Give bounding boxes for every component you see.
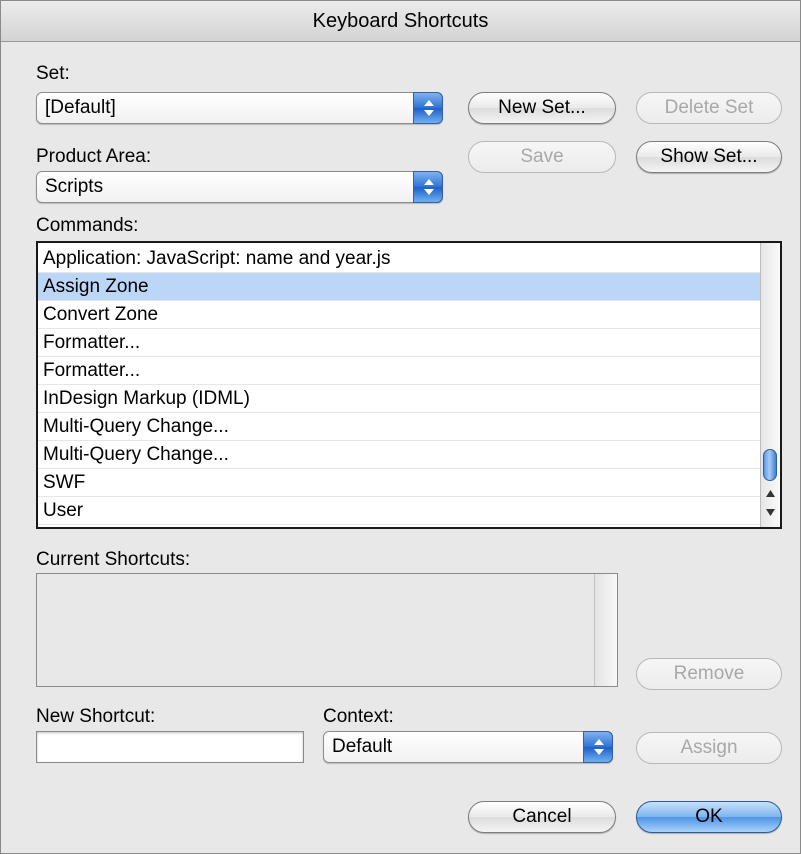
scrollbar-thumb[interactable] [763, 449, 777, 481]
list-item[interactable]: Multi-Query Change... [38, 413, 761, 441]
ok-button[interactable]: OK [636, 801, 782, 833]
list-item[interactable]: User [38, 497, 761, 525]
set-popup[interactable]: [Default] [36, 92, 443, 124]
window-title: Keyboard Shortcuts [1, 1, 800, 42]
cancel-button[interactable]: Cancel [468, 801, 616, 833]
context-popup[interactable]: Default [323, 731, 613, 763]
scroll-up-arrow-icon[interactable] [764, 487, 777, 501]
new-shortcut-label: New Shortcut: [36, 706, 156, 727]
delete-set-button[interactable]: Delete Set [636, 92, 782, 124]
remove-button[interactable]: Remove [636, 658, 782, 690]
list-item[interactable]: Formatter... [38, 357, 761, 385]
list-item[interactable]: Formatter... [38, 329, 761, 357]
popup-arrows-icon [583, 731, 613, 763]
set-popup-value: [Default] [45, 97, 116, 118]
list-item[interactable]: SWF [38, 469, 761, 497]
product-area-label: Product Area: [36, 146, 152, 167]
keyboard-shortcuts-dialog: Keyboard Shortcuts Set: [Default] New Se… [0, 0, 801, 854]
current-shortcuts-list[interactable] [36, 573, 618, 687]
assign-button[interactable]: Assign [636, 732, 782, 764]
scroll-down-arrow-icon[interactable] [764, 505, 777, 519]
show-set-button[interactable]: Show Set... [636, 141, 782, 173]
product-area-popup-value: Scripts [45, 176, 104, 197]
list-item-selected[interactable]: Assign Zone [38, 273, 761, 301]
new-set-button[interactable]: New Set... [468, 92, 616, 124]
current-shortcuts-scrollbar[interactable] [594, 574, 617, 686]
context-popup-value: Default [332, 736, 393, 757]
new-shortcut-field[interactable] [36, 731, 304, 763]
commands-scrollbar[interactable] [760, 243, 780, 527]
popup-arrows-icon [413, 92, 443, 124]
context-label: Context: [323, 706, 394, 727]
set-label: Set: [36, 63, 70, 84]
popup-arrows-icon [413, 171, 443, 203]
list-item[interactable]: Multi-Query Change... [38, 441, 761, 469]
save-button[interactable]: Save [468, 141, 616, 173]
commands-label: Commands: [36, 215, 139, 236]
commands-list[interactable]: Application: JavaScript: name and year.j… [36, 241, 782, 529]
current-shortcuts-label: Current Shortcuts: [36, 549, 191, 570]
list-item[interactable]: Convert Zone [38, 301, 761, 329]
list-item[interactable]: InDesign Markup (IDML) [38, 385, 761, 413]
product-area-popup[interactable]: Scripts [36, 171, 443, 203]
list-item[interactable]: Application: JavaScript: name and year.j… [38, 245, 761, 273]
